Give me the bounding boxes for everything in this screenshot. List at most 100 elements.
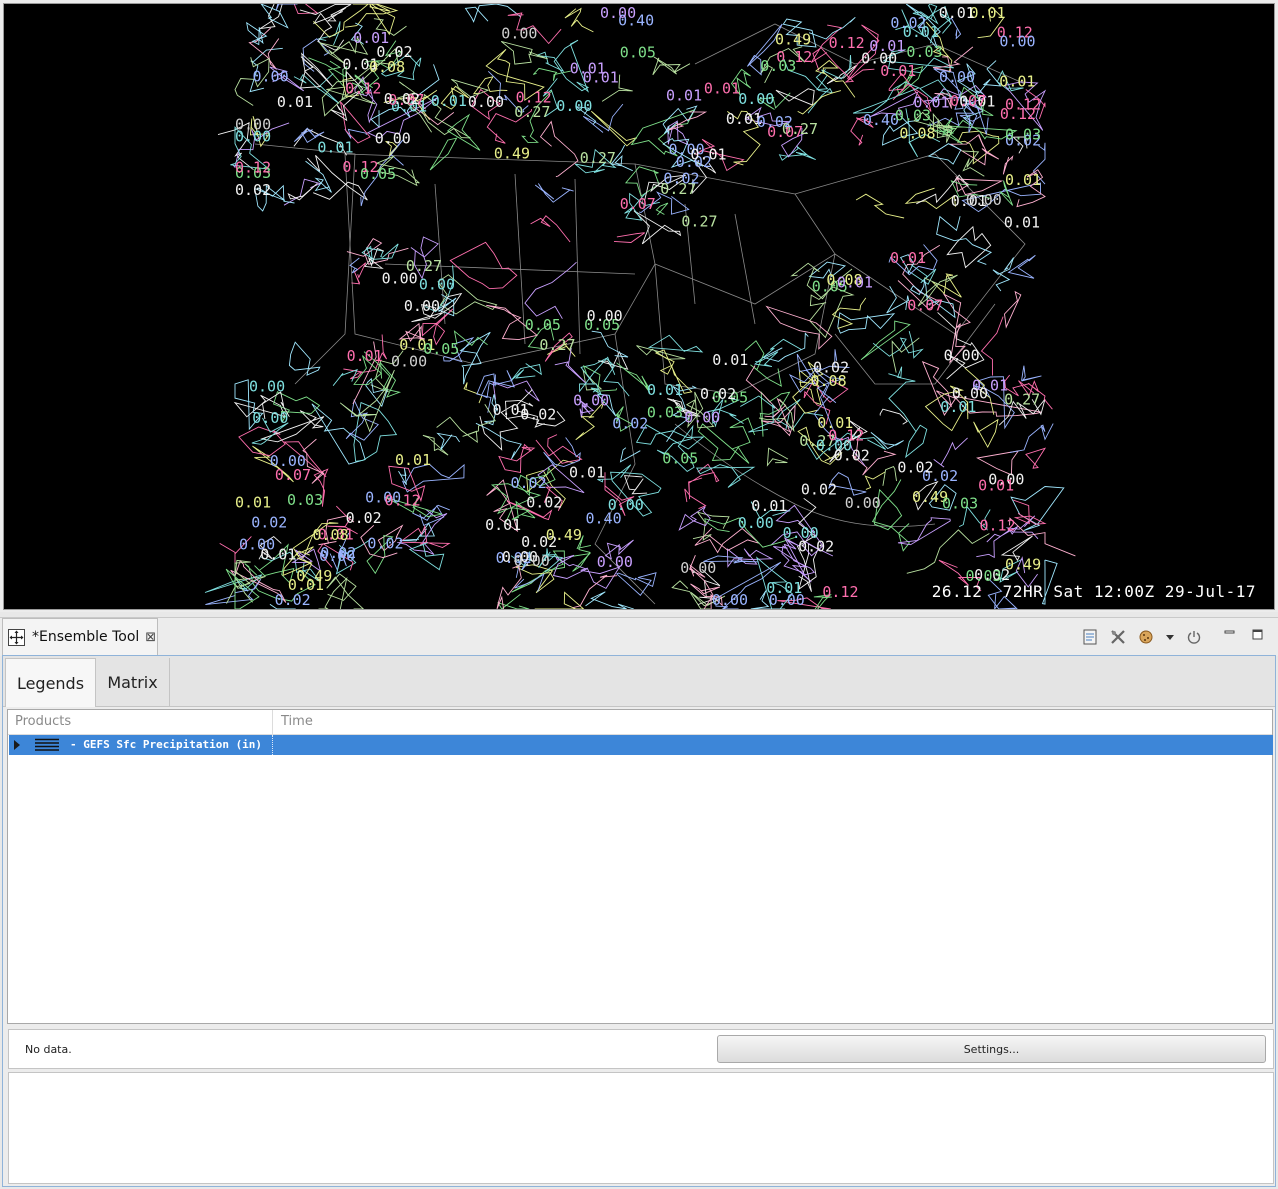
contour-value-label: 0.08 — [369, 58, 405, 76]
contour-value-label: 0.08 — [899, 124, 935, 142]
contour-value-label: 0.05 — [423, 340, 459, 358]
contour-value-label: 0.02 — [612, 415, 648, 433]
contour-value-label: 0.02 — [367, 535, 403, 553]
table-row[interactable]: - GEFS Sfc Precipitation (in) — [9, 735, 1273, 755]
contour-value-label: 0.01 — [666, 87, 702, 105]
contour-value-label: 0.00 — [783, 524, 819, 542]
table-header: Products Time — [8, 710, 1272, 735]
contour-value-label: 0.40 — [863, 111, 899, 129]
contour-value-label: 0.01 — [837, 274, 873, 292]
contour-value-label: 0.00 — [235, 128, 271, 146]
contour-value-label: 0.05 — [662, 450, 698, 468]
contour-value-label: 0.01 — [690, 146, 726, 164]
contour-value-label: 0.01 — [712, 351, 748, 369]
contour-value-label: 0.00 — [952, 385, 988, 403]
notes-icon[interactable] — [1081, 628, 1099, 646]
map-display[interactable]: 0.01 0.05 0.01 0.02 0.49 0.27 0.01 0.27 0.02 0.05… — [3, 3, 1275, 610]
legend-tree-table[interactable]: Products Time - GEFS Sfc Precipitation (… — [7, 709, 1273, 1024]
line-style-icon — [35, 738, 59, 751]
contour-value-label: 0.01 — [277, 93, 313, 111]
contour-value-label: 0.07 — [907, 297, 943, 315]
contour-value-label: 0.00 — [382, 270, 418, 288]
contour-value-label: 0.00 — [252, 409, 288, 427]
contour-value-label: 0.12 — [1005, 95, 1041, 113]
contour-value-label: 0.03 — [760, 57, 796, 75]
contour-value-label: 0.00 — [769, 591, 805, 609]
contour-value-label: 0.01 — [317, 139, 353, 157]
tab-matrix[interactable]: Matrix — [96, 658, 170, 706]
contour-value-label: 0.01 — [395, 451, 431, 469]
status-area: No data. Settings... — [8, 1029, 1274, 1069]
contour-value-label: 0.12 — [980, 517, 1016, 535]
contour-value-label: 0.03 — [1005, 126, 1041, 144]
contour-value-label: 0.01 — [751, 497, 787, 515]
power-icon[interactable] — [1185, 628, 1203, 646]
contour-value-label: 0.02 — [235, 181, 271, 199]
contour-value-label: 0.00 — [600, 4, 636, 22]
contour-value-label: 0.00 — [556, 97, 592, 115]
contour-value-label: 0.01 — [978, 476, 1014, 494]
contour-value-label: 0.07 — [275, 466, 311, 484]
cookie-icon[interactable] — [1137, 628, 1155, 646]
contour-value-label: 0.03 — [942, 494, 978, 512]
map-pane: 0.01 0.05 0.01 0.02 0.49 0.27 0.01 0.27 0.02 0.05… — [0, 0, 1278, 612]
view-tab-title: *Ensemble Tool — [32, 629, 140, 645]
contour-value-label: 0.01 — [1004, 213, 1040, 231]
contour-value-label: 0.00 — [999, 33, 1035, 51]
contour-value-label: 0.02 — [346, 509, 382, 527]
contour-value-label: 0.00 — [966, 191, 1002, 209]
column-header-time[interactable]: Time — [281, 714, 313, 729]
contour-value-label: 0.03 — [287, 491, 323, 509]
status-text: No data. — [25, 1043, 72, 1056]
contour-value-label: 0.01 — [913, 94, 949, 112]
contour-value-label: 0.00 — [319, 547, 355, 565]
contour-value-label: 0.12 — [829, 34, 865, 52]
maximize-icon[interactable] — [1249, 626, 1267, 644]
contour-value-label: 0.02 — [251, 513, 287, 531]
ensemble-tool-view-tab[interactable]: *Ensemble Tool ⊠ — [2, 618, 158, 655]
contour-value-label: 0.00 — [738, 514, 774, 532]
contour-value-label: 0.07 — [950, 92, 986, 110]
contour-value-label: 0.49 — [494, 144, 530, 162]
row-column-divider — [272, 735, 274, 755]
contour-value-label: 0.40 — [586, 510, 622, 528]
contour-value-label: 0.02 — [663, 170, 699, 188]
expand-arrow-icon[interactable] — [14, 740, 20, 750]
column-divider[interactable] — [272, 710, 273, 734]
column-header-products[interactable]: Products — [15, 714, 71, 729]
minimize-icon[interactable] — [1221, 624, 1239, 642]
contour-value-label: 0.01 — [583, 68, 619, 86]
contour-value-label: 0.03 — [906, 43, 942, 61]
contour-value-label: 0.01 — [903, 23, 939, 41]
contour-value-label: 0.00 — [253, 68, 289, 86]
contour-value-label: 0.01 — [999, 72, 1035, 90]
contour-value-label: 0.05 — [620, 44, 656, 62]
contour-value-label: 0.01 — [569, 464, 605, 482]
contour-value-label: 0.27 — [580, 149, 616, 167]
contour-value-label: 0.00 — [468, 93, 504, 111]
contour-value-label: 0.00 — [939, 68, 975, 86]
contour-value-label: 0.00 — [249, 377, 285, 395]
contour-value-label: 0.01 — [431, 92, 467, 110]
contour-value-label: 0.01 — [704, 80, 740, 98]
details-area — [8, 1072, 1274, 1184]
tab-legends[interactable]: Legends — [5, 658, 96, 707]
dropdown-icon[interactable] — [1161, 628, 1179, 646]
contour-value-label: 0.01 — [235, 493, 271, 511]
contour-value-label: 0.00 — [419, 276, 455, 294]
contour-value-label: 0.49 — [775, 31, 811, 49]
contour-value-label: 0.01 — [939, 4, 975, 22]
contour-value-label: 0.01 — [493, 401, 529, 419]
tools-icon[interactable] — [1109, 628, 1127, 646]
settings-button[interactable]: Settings... — [717, 1035, 1266, 1063]
contour-value-label: 0.00 — [712, 591, 748, 609]
contour-value-label: 0.01 — [1005, 171, 1041, 189]
contour-value-label: 0.00 — [501, 25, 537, 43]
contour-value-label: 0.03 — [647, 403, 683, 421]
contour-value-label: 0.01 — [890, 249, 926, 267]
frame-time-label: 26.12 72HR Sat 12:00Z 29-Jul-17 — [931, 582, 1256, 601]
close-icon[interactable]: ⊠ — [145, 630, 156, 645]
contour-value-label: 0.49 — [296, 567, 332, 585]
precipitation-map[interactable]: 0.010.050.010.020.490.270.010.270.020.05… — [4, 4, 1274, 609]
contour-value-label: 0.02 — [813, 359, 849, 377]
